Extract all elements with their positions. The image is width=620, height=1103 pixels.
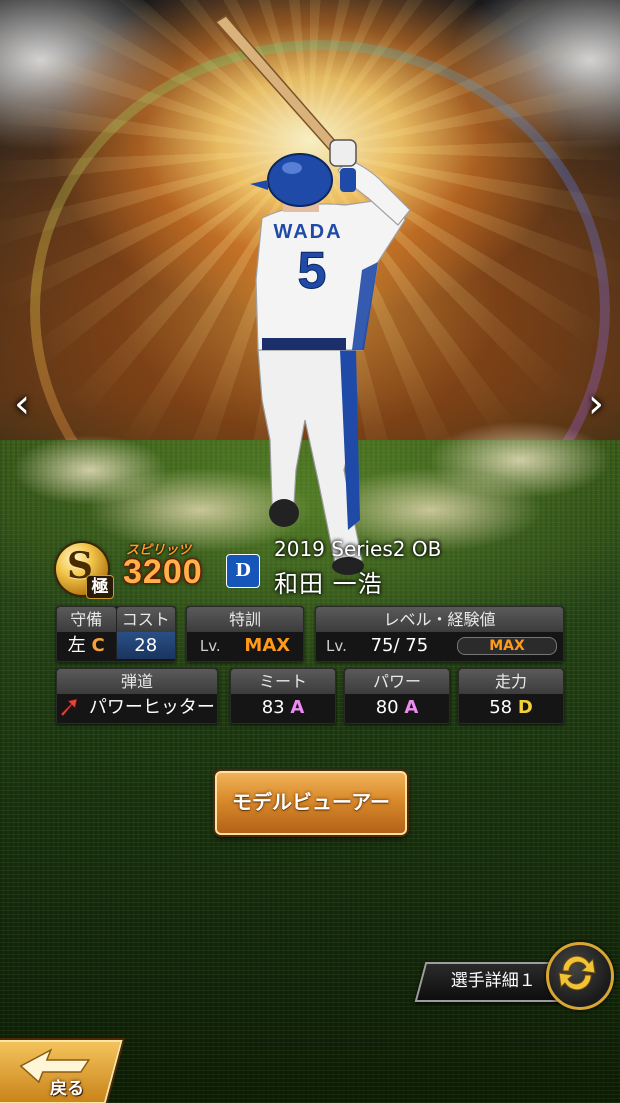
defense-cost-box: 守備 左 C コスト 28 [56, 606, 176, 662]
trajectory-value-row: パワーヒッター [57, 694, 217, 721]
training-value: Lv. MAX [187, 632, 303, 659]
bat [214, 15, 345, 158]
power-label: パワー [345, 669, 449, 694]
swap-arrows-icon [558, 955, 596, 991]
player-detail-label: 選手詳細１ [450, 971, 536, 991]
rank-sub: 極 [86, 575, 114, 599]
uniform-name: WADA [273, 221, 342, 243]
level-value-row: Lv. 75/ 75 MAX [316, 632, 563, 659]
trajectory-value: パワーヒッター [88, 697, 215, 718]
cost-value: 28 [116, 632, 175, 659]
defense-value: 左 C [57, 632, 116, 659]
trajectory-box: 弾道 パワーヒッター [56, 668, 218, 724]
meet-value: 83 [261, 697, 285, 718]
player-figure: WADA 5 [214, 15, 411, 575]
level-box: レベル・経験値 Lv. 75/ 75 MAX [315, 606, 564, 662]
power-box: パワー 80 A [344, 668, 450, 724]
spirits-value: 3200 [123, 553, 203, 591]
training-label: 特訓 [187, 607, 303, 632]
training-lv-prefix: Lv. [199, 637, 221, 655]
speed-grade: D [517, 697, 533, 718]
meet-label: ミート [231, 669, 335, 694]
trajectory-label: 弾道 [57, 669, 217, 694]
model-viewer-button[interactable]: モデルビューアー [215, 771, 407, 835]
power-grade: A [404, 697, 419, 718]
defense-label: 守備 [57, 607, 116, 632]
left-shoe [269, 499, 299, 527]
training-max: MAX [244, 635, 291, 656]
next-arrow-icon[interactable]: › [582, 382, 610, 426]
player-name: 和田 一浩 [274, 570, 383, 598]
power-value: 80 [375, 697, 399, 718]
team-logo-icon: D [226, 554, 260, 588]
uniform-number: 5 [298, 242, 327, 300]
exp-bar: MAX [457, 637, 557, 655]
series-label: 2019 Series2 OB [274, 537, 442, 561]
level-lv-prefix: Lv. [326, 637, 347, 655]
back-label: 戻る [50, 1079, 84, 1099]
meet-grade: A [290, 697, 305, 718]
level-value: 75/ 75 [370, 635, 429, 656]
helmet [267, 153, 333, 207]
defense-grade: C [91, 635, 105, 656]
rank-medal-icon: S 極 [56, 543, 114, 599]
meet-value-row: 83 A [231, 694, 335, 721]
cost-label: コスト [116, 607, 175, 632]
prev-arrow-icon[interactable]: ‹ [8, 382, 36, 426]
speed-value: 58 [489, 697, 513, 718]
defense-position: 左 [67, 635, 86, 656]
speed-value-row: 58 D [459, 694, 563, 721]
speed-label: 走力 [459, 669, 563, 694]
training-box: 特訓 Lv. MAX [186, 606, 304, 662]
speed-box: 走力 58 D [458, 668, 564, 724]
trajectory-arrow-icon [60, 698, 78, 717]
power-value-row: 80 A [345, 694, 449, 721]
exp-bar-label: MAX [489, 638, 525, 654]
switch-icon[interactable] [546, 942, 614, 1010]
level-label: レベル・経験値 [316, 607, 563, 632]
player-card-screen: WADA 5 ‹ › S 極 スピリッツ 3200 D 2019 Series2… [0, 0, 620, 1103]
meet-box: ミート 83 A [230, 668, 336, 724]
